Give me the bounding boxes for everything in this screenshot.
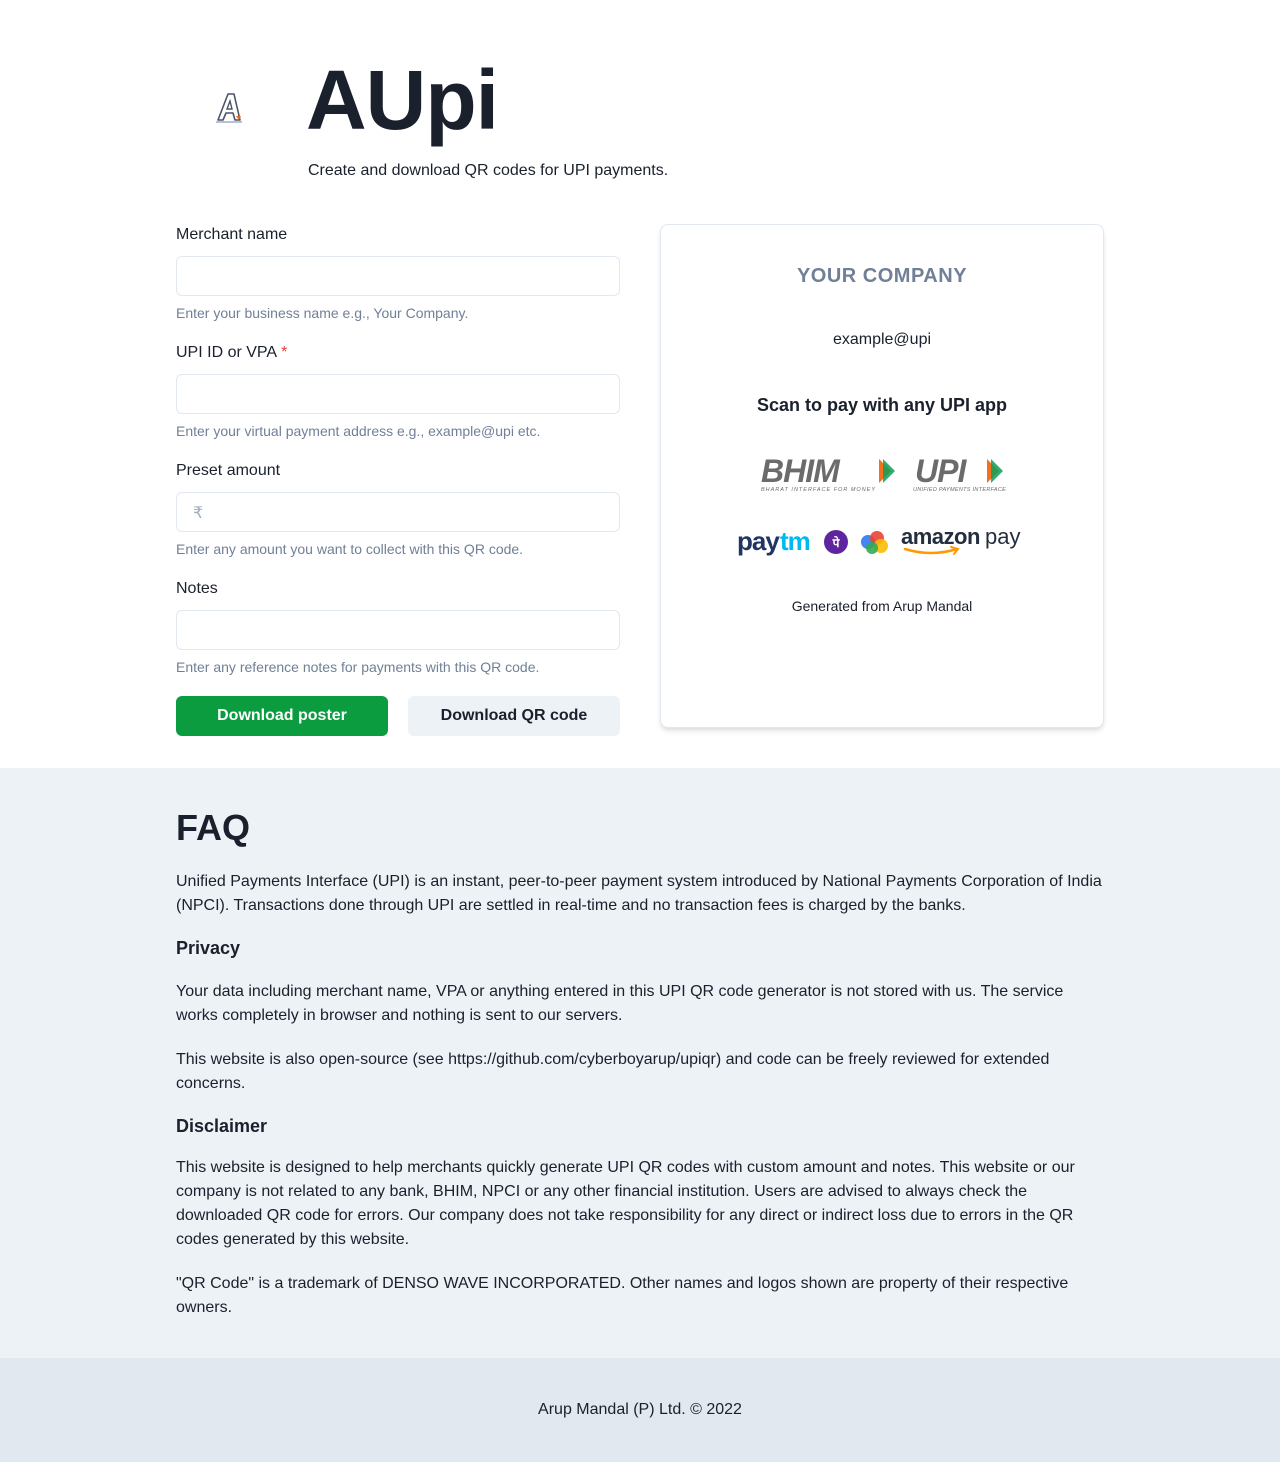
poster-generated-by: Generated from Arup Mandal (791, 598, 973, 614)
merchant-name-field: Merchant name Enter your business name e… (176, 224, 620, 322)
notes-label: Notes (176, 580, 218, 597)
paytm-logo: pay tm (737, 526, 811, 556)
privacy-heading: Privacy (176, 938, 241, 958)
generator-section: Merchant name Enter your business name e… (0, 224, 1280, 768)
paytm-wordmark-a: pay (737, 526, 780, 556)
amount-label: Preset amount (176, 462, 281, 479)
download-poster-button[interactable]: Download poster (176, 696, 388, 736)
phonepe-glyph: पे (832, 536, 841, 550)
app-header: AUpi Create and download QR codes for UP… (0, 0, 1280, 224)
vpa-input[interactable] (177, 375, 619, 413)
notes-input[interactable] (177, 611, 619, 649)
faq-section: FAQ Unified Payments Interface (UPI) is … (0, 768, 1280, 1358)
merchant-name-label: Merchant name (176, 226, 288, 243)
qr-form: Merchant name Enter your business name e… (176, 224, 620, 736)
form-actions: Download poster Download QR code (176, 696, 620, 736)
phonepe-logo: पे (824, 530, 848, 554)
amount-input[interactable] (177, 493, 619, 531)
upi-wordmark: UPI (915, 455, 967, 489)
notes-helper: Enter any reference notes for payments w… (176, 659, 540, 675)
poster-scan-text: Scan to pay with any UPI app (756, 395, 1008, 415)
amount-helper: Enter any amount you want to collect wit… (176, 541, 524, 557)
upi-logo: UPI UNIFIED PAYMENTS INTERFACE (913, 455, 1006, 493)
merchant-name-input-wrap (176, 256, 620, 296)
notes-field: Notes Enter any reference notes for paym… (176, 578, 620, 676)
footer-copyright: Arup Mandal (P) Ltd. © 2022 (538, 1401, 742, 1418)
app-subtitle: Create and download QR codes for UPI pay… (308, 162, 669, 179)
amazonpay-logo: amazon pay (901, 525, 1020, 555)
app-title: AUpi (306, 53, 499, 147)
merchant-name-helper: Enter your business name e.g., Your Comp… (176, 305, 469, 321)
googlepay-logo (861, 531, 888, 554)
vpa-helper: Enter your virtual payment address e.g.,… (176, 423, 541, 439)
privacy-paragraph-1: Your data including merchant name, VPA o… (176, 983, 1064, 1024)
page-footer: Arup Mandal (P) Ltd. © 2022 (0, 1358, 1280, 1462)
poster-company-name: YOUR COMPANY (796, 265, 968, 287)
bhim-logo: BHIM BHARAT INTERFACE FOR MONEY (761, 455, 895, 493)
bhim-wordmark: BHIM (761, 455, 841, 489)
faq-intro: Unified Payments Interface (UPI) is an i… (176, 873, 1102, 914)
notes-input-wrap (176, 610, 620, 650)
disclaimer-paragraph-1: This website is designed to help merchan… (176, 1159, 1075, 1248)
amount-input-wrap: ₹ (176, 492, 620, 532)
vpa-input-wrap (176, 374, 620, 414)
upi-apps-logos: pay tm पे amazon pay (737, 525, 1020, 556)
vpa-label-row: UPI ID or VPA * (176, 342, 620, 364)
rupee-icon: ₹ (193, 505, 204, 522)
upi-tagline: UNIFIED PAYMENTS INTERFACE (913, 487, 1006, 493)
disclaimer-heading: Disclaimer (176, 1116, 268, 1136)
paytm-wordmark-b: tm (780, 526, 810, 556)
download-qr-button[interactable]: Download QR code (408, 696, 620, 736)
amazon-pay-wordmark: pay (985, 525, 1020, 549)
amount-field: Preset amount ₹ Enter any amount you wan… (176, 460, 620, 558)
bhim-tagline: BHARAT INTERFACE FOR MONEY (761, 487, 876, 493)
poster-vpa: example@upi (832, 331, 932, 348)
faq-title: FAQ (176, 807, 251, 848)
disclaimer-paragraph-2: "QR Code" is a trademark of DENSO WAVE I… (176, 1275, 1069, 1316)
required-indicator: * (281, 344, 288, 361)
aupi-logo-icon (216, 93, 242, 123)
vpa-label: UPI ID or VPA (176, 344, 278, 361)
vpa-field: UPI ID or VPA * Enter your virtual paymen… (176, 342, 620, 440)
privacy-paragraph-2: This website is also open-source (see ht… (176, 1051, 1050, 1092)
amazon-wordmark: amazon (901, 525, 980, 549)
page: AUpi Create and download QR codes for UP… (0, 0, 1280, 1462)
merchant-name-input[interactable] (177, 257, 619, 295)
poster-preview: YOUR COMPANY example@upi Scan to pay wit… (660, 224, 1104, 728)
bhim-upi-logos: BHIM BHARAT INTERFACE FOR MONEY UPI UNIF… (761, 455, 1006, 493)
